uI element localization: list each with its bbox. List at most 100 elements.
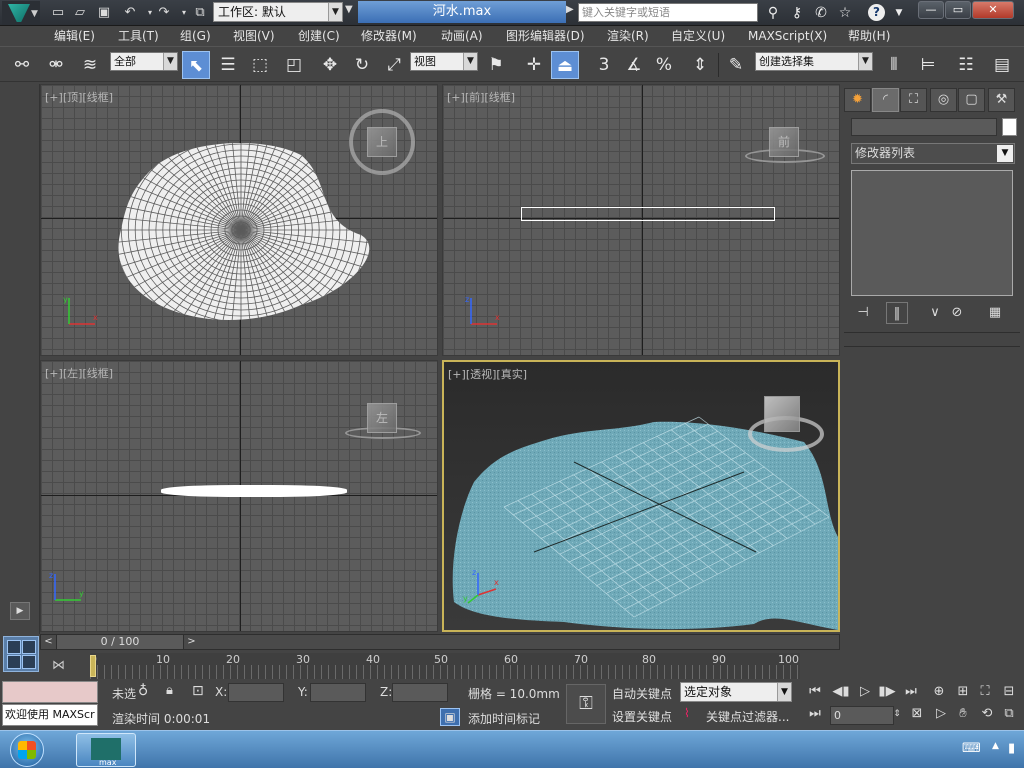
pin-stack-icon[interactable]: ⊣ [852,302,874,324]
menu-modifiers[interactable]: 修改器(M) [361,26,417,46]
set-key-icon[interactable]: ⚿ [566,684,606,724]
viewport-layout-button[interactable] [3,636,39,672]
previous-key-icon[interactable]: ◀▮ [830,682,852,702]
select-rotate-icon[interactable]: ↻ [348,51,376,79]
unlink-icon[interactable]: ⚮ [42,51,70,79]
pivot-center-icon[interactable]: ⚑ [482,51,510,79]
selection-filter-dropdown[interactable]: 全部 ▼ [110,52,178,71]
menu-tools[interactable]: 工具(T) [118,26,159,46]
open-file-icon[interactable]: ▱ [70,3,90,23]
select-manipulate-icon[interactable]: ✛ [520,51,548,79]
viewport-top[interactable]: [+][顶][线框] 上 x y [40,84,438,356]
maxscript-listener-output[interactable] [2,681,98,703]
select-scale-icon[interactable]: ⤢ [380,51,408,79]
make-unique-icon[interactable]: ∨ [924,302,946,324]
viewport-perspective-label[interactable]: [+][透视][真实] [448,366,527,382]
menu-maxscript[interactable]: MAXScript(X) [748,26,827,46]
angle-snap-icon[interactable]: ∡ [620,51,648,79]
network-icon[interactable]: ▮ [1008,741,1015,756]
link-icon[interactable]: ⚯ [8,51,36,79]
app-menu-button[interactable]: ▼ [2,1,40,25]
modifier-stack[interactable] [851,170,1013,296]
expand-panel-icon[interactable]: ▶ [10,602,30,620]
menu-animation[interactable]: 动画(A) [441,26,483,46]
selection-lock-icon[interactable]: 🔒︎ [166,683,173,698]
orbit-icon[interactable]: ⟲ [976,704,998,724]
start-button[interactable] [8,732,48,768]
track-bar[interactable]: 0 10 20 30 40 50 60 70 80 90 100 [90,653,800,679]
field-of-view-icon[interactable]: ▷ [930,704,952,724]
viewcube[interactable] [764,396,800,432]
water-mesh-front[interactable] [521,207,775,221]
add-time-tag-button[interactable]: 添加时间标记 [468,710,540,727]
next-key-icon[interactable]: ▮▶ [876,682,898,702]
keyboard-shortcut-override-icon[interactable]: ⏏ [551,51,579,79]
edit-named-selection-icon[interactable]: ✎ [722,51,750,79]
configure-modifier-sets-icon[interactable]: ▦ [984,302,1006,324]
current-frame-marker[interactable] [90,655,96,677]
viewport-left-label[interactable]: [+][左][线框] [45,365,113,381]
x-coord-field[interactable] [228,683,284,702]
viewport-front-label[interactable]: [+][前][线框] [447,89,515,105]
time-slider[interactable]: < 0 / 100 > [40,634,840,650]
menu-help[interactable]: 帮助(H) [848,26,890,46]
time-configuration-icon[interactable]: ⊠ [906,704,928,724]
layer-manager-icon[interactable]: ☷ [952,51,980,79]
maxscript-mini-listener[interactable]: 欢迎使用 MAXScr [2,704,98,726]
motion-tab-icon[interactable]: ◎ [930,88,957,112]
align-icon[interactable]: ⊨ [914,51,942,79]
next-frame-icon[interactable]: > [183,635,199,649]
project-folder-icon[interactable]: ⧉ [190,3,210,23]
current-frame-field[interactable]: 0 [830,706,894,725]
percent-snap-icon[interactable]: % [650,51,678,79]
select-object-icon[interactable]: ⬉ [182,51,210,79]
water-mesh-wireframe[interactable] [111,135,381,330]
viewport-left[interactable]: [+][左][线框] 左 y z [40,360,438,632]
select-move-icon[interactable]: ✥ [316,51,344,79]
window-crossing-icon[interactable]: ◰ [280,51,308,79]
zoom-all-icon[interactable]: ⛶ [974,682,996,702]
redo-icon[interactable]: ↷ [154,3,174,23]
previous-frame-icon[interactable]: < [41,635,57,649]
bind-space-warp-icon[interactable]: ≋ [76,51,104,79]
go-to-start-icon[interactable]: ⏮ [804,682,826,702]
new-file-icon[interactable]: ▭ [48,3,68,23]
modifier-list-dropdown[interactable]: 修改器列表 ▼ [851,143,1015,164]
search-input[interactable]: 键入关键字或短语 [578,3,758,22]
viewcube[interactable]: 左 [367,403,397,433]
modify-tab-icon[interactable]: ◜ [872,88,899,112]
key-mode-dropdown[interactable]: 选定对象 ▼ [680,682,792,702]
hierarchy-tab-icon[interactable]: ⛶ [900,88,927,112]
utilities-tab-icon[interactable]: ⚒ [988,88,1015,112]
z-coord-field[interactable] [392,683,448,702]
maximize-button[interactable]: ▭ [945,1,971,19]
maximize-viewport-icon[interactable]: ⧉ [998,704,1020,724]
play-icon[interactable]: ▷ [854,682,876,702]
menu-create[interactable]: 创建(C) [298,26,340,46]
communication-center-icon[interactable]: ✆ [810,3,832,23]
open-mini-curve-editor-icon[interactable]: ⋈ [52,658,72,676]
absolute-mode-icon[interactable]: ⊡ [192,683,204,699]
set-key-button[interactable]: 设置关键点 [612,708,672,725]
menu-views[interactable]: 视图(V) [233,26,275,46]
zoom-extents-all-icon[interactable]: ⊕ [928,682,950,702]
tray-expand-icon[interactable]: ▲ [992,741,999,751]
create-tab-icon[interactable]: ✹ [844,88,871,112]
pan-hand-icon[interactable]: ✋︎ [952,704,974,724]
help-button[interactable]: ? [866,3,888,23]
object-color-swatch[interactable] [1002,118,1017,136]
snaps-toggle-icon[interactable]: 3 [590,51,618,79]
show-end-result-icon[interactable]: ‖ [886,302,908,324]
reference-coordinate-dropdown[interactable]: 视图 ▼ [410,52,478,71]
named-selection-dropdown[interactable]: 创建选择集 ▼ [755,52,873,71]
isolate-selection-icon[interactable]: ♁ [138,683,148,699]
minimize-button[interactable]: — [918,1,944,19]
menu-customize[interactable]: 自定义(U) [671,26,725,46]
menu-graph-editors[interactable]: 图形编辑器(D) [506,26,585,46]
remove-modifier-icon[interactable]: ⊘ [946,302,968,324]
viewcube[interactable]: 前 [769,127,799,157]
viewport-front[interactable]: [+][前][线框] 前 x z [442,84,840,356]
key-mode-toggle-icon[interactable]: ⏭ [804,704,826,724]
quick-access-more-icon[interactable]: ▼ [345,4,353,15]
mirror-icon[interactable]: ⫴ [880,51,908,79]
